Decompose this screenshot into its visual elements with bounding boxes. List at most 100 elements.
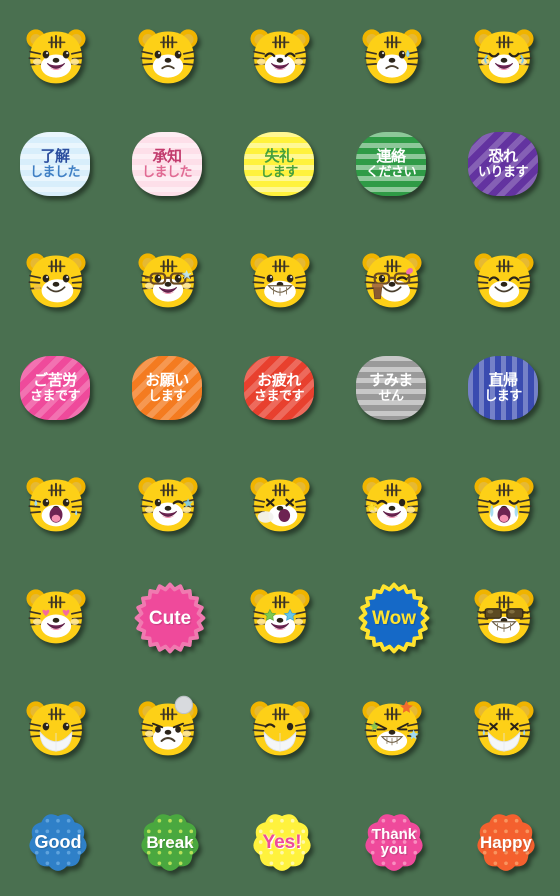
- badge-break-body: Break: [132, 804, 208, 880]
- sticker-cell: すみま せん: [336, 336, 448, 448]
- tiger-worried-sweat[interactable]: [356, 20, 428, 92]
- badge-onegai-line2: します: [148, 388, 186, 404]
- sticker-grid: 了解 しました 承知 しました 失礼 します 連絡 ください 恐れ いります ご…: [0, 0, 560, 896]
- tiger-crying[interactable]: [468, 468, 540, 540]
- badge-gokurou[interactable]: ご苦労 さまです: [20, 356, 92, 428]
- badge-cute[interactable]: Cute: [132, 580, 206, 654]
- badge-sumimasen[interactable]: すみま せん: [356, 356, 428, 428]
- badge-onegai[interactable]: お願い します: [132, 356, 204, 428]
- badge-osore-irimasu-line2: いります: [477, 164, 529, 180]
- badge-osore-irimasu-body: 恐れ いります: [468, 132, 538, 196]
- badge-shitsurei-line1: 失礼: [264, 148, 294, 166]
- badge-thank-you-label-line2: you: [380, 841, 408, 858]
- badge-sumimasen-line2: せん: [378, 388, 404, 404]
- badge-cute-label: Cute: [148, 607, 192, 629]
- sticker-cell: [0, 448, 112, 560]
- tiger-shocked-sweat[interactable]: [20, 468, 92, 540]
- sticker-cell: 了解 しました: [0, 112, 112, 224]
- tiger-mask[interactable]: [20, 692, 92, 764]
- badge-onegai-line1: お願い: [145, 372, 189, 390]
- sticker-cell: [0, 560, 112, 672]
- badge-shouchi-body: 承知 しました: [132, 132, 202, 196]
- tiger-grin[interactable]: [20, 244, 92, 316]
- badge-otsukare[interactable]: お疲れ さまです: [244, 356, 316, 428]
- badge-wow[interactable]: Wow: [356, 580, 430, 654]
- badge-break[interactable]: Break: [132, 804, 204, 876]
- tiger-glasses-coffee-wink[interactable]: [356, 244, 428, 316]
- badge-ryokai[interactable]: 了解 しました: [20, 132, 92, 204]
- tiger-icepack-angry[interactable]: [132, 692, 204, 764]
- badge-chokki-line2: します: [484, 388, 522, 404]
- badge-wow-body: Wow: [356, 580, 432, 656]
- badge-renraku[interactable]: 連絡 ください: [356, 132, 428, 204]
- tiger-star-eyes[interactable]: [244, 580, 316, 652]
- badge-ryokai-body: 了解 しました: [20, 132, 90, 196]
- sticker-cell: [224, 224, 336, 336]
- tiger-glasses-laugh[interactable]: [132, 244, 204, 316]
- badge-wow-label: Wow: [372, 607, 416, 629]
- badge-renraku-line2: ください: [365, 164, 417, 180]
- tiger-wink-laugh[interactable]: [132, 468, 204, 540]
- tiger-smile[interactable]: [20, 20, 92, 92]
- badge-ryokai-line2: しました: [29, 164, 81, 180]
- badge-osore-irimasu[interactable]: 恐れ いります: [468, 132, 540, 204]
- sticker-cell: 承知 しました: [112, 112, 224, 224]
- badge-otsukare-line2: さまです: [253, 388, 305, 404]
- sticker-cell: ご苦労 さまです: [0, 336, 112, 448]
- sticker-cell: 恐れ いります: [448, 112, 560, 224]
- badge-good-label: Good: [34, 832, 82, 852]
- sticker-cell: [0, 0, 112, 112]
- tiger-frown[interactable]: [132, 20, 204, 92]
- tiger-xeyes-sleep[interactable]: [244, 468, 316, 540]
- sticker-cell: [336, 0, 448, 112]
- badge-shouchi[interactable]: 承知 しました: [132, 132, 204, 204]
- sticker-cell: [224, 560, 336, 672]
- sticker-cell: Thank you: [336, 784, 448, 896]
- tiger-mask-wink[interactable]: [244, 692, 316, 764]
- badge-ryokai-line1: 了解: [40, 148, 70, 166]
- tiger-closed-eye-grin[interactable]: [468, 244, 540, 316]
- badge-cute-body: Cute: [132, 580, 208, 656]
- sticker-cell: 失礼 します: [224, 112, 336, 224]
- sticker-cell: [336, 224, 448, 336]
- badge-happy-label: Happy: [480, 832, 532, 852]
- badge-osore-irimasu-line1: 恐れ: [488, 148, 518, 166]
- sticker-cell: [224, 0, 336, 112]
- sticker-cell: 連絡 ください: [336, 112, 448, 224]
- badge-yes-body: Yes!: [244, 804, 320, 880]
- badge-otsukare-line1: お疲れ: [257, 372, 301, 390]
- badge-otsukare-body: お疲れ さまです: [244, 356, 314, 420]
- sticker-cell: [112, 0, 224, 112]
- badge-shitsurei[interactable]: 失礼 します: [244, 132, 316, 204]
- sticker-cell: [112, 224, 224, 336]
- tiger-grit-stars[interactable]: [356, 692, 428, 764]
- sticker-cell: [112, 448, 224, 560]
- badge-shitsurei-line2: します: [260, 164, 298, 180]
- sticker-cell: [336, 672, 448, 784]
- badge-good[interactable]: Good: [20, 804, 92, 876]
- badge-happy[interactable]: Happy: [468, 804, 540, 876]
- badge-yes[interactable]: Yes!: [244, 804, 316, 876]
- sticker-cell: [224, 672, 336, 784]
- tiger-teeth-grin[interactable]: [244, 244, 316, 316]
- badge-gokurou-body: ご苦労 さまです: [20, 356, 90, 420]
- tiger-laugh-tears[interactable]: [468, 20, 540, 92]
- tiger-mask-xeyes[interactable]: [468, 692, 540, 764]
- sticker-cell: [448, 560, 560, 672]
- badge-chokki[interactable]: 直帰 します: [468, 356, 540, 428]
- sticker-cell: Happy: [448, 784, 560, 896]
- badge-shitsurei-body: 失礼 します: [244, 132, 314, 196]
- badge-shouchi-line2: しました: [141, 164, 193, 180]
- badge-thank-you[interactable]: Thank you: [356, 804, 428, 876]
- tiger-happy-closed-eyes[interactable]: [244, 20, 316, 92]
- badge-renraku-body: 連絡 ください: [356, 132, 426, 196]
- badge-onegai-body: お願い します: [132, 356, 202, 420]
- sticker-cell: [448, 448, 560, 560]
- sticker-cell: Wow: [336, 560, 448, 672]
- tiger-sunglasses[interactable]: [468, 580, 540, 652]
- badge-good-body: Good: [20, 804, 96, 880]
- tiger-wink-sparkle[interactable]: [356, 468, 428, 540]
- badge-happy-body: Happy: [468, 804, 544, 880]
- tiger-heart-eyes[interactable]: [20, 580, 92, 652]
- badge-sumimasen-body: すみま せん: [356, 356, 426, 420]
